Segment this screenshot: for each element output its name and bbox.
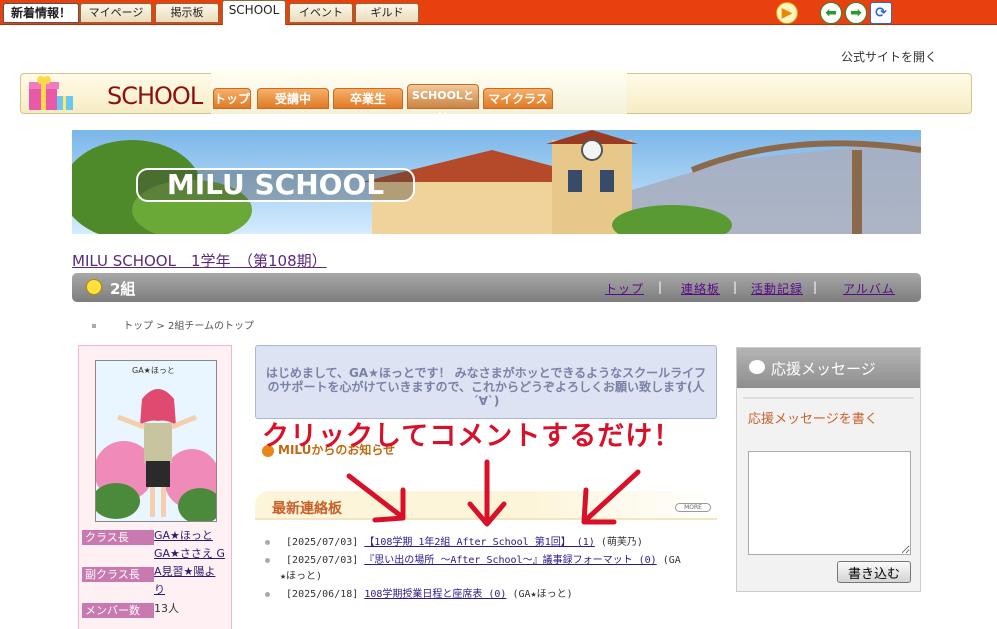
banner-title: MILU SCHOOL [136,168,415,202]
class-nav-album[interactable]: アルバム [843,280,895,297]
vice-leader-name[interactable]: A見習★陽よ [154,563,230,581]
nav-separator: | [658,280,663,294]
board-title: 最新連絡板 [272,501,342,517]
tab-enrolled[interactable]: 受講中 [257,88,329,109]
tab-event[interactable]: イベント [289,3,353,23]
post-author: (萌芙乃) [600,537,643,548]
tab-myclass[interactable]: マイクラス [483,88,553,109]
speech-bubble-icon [749,360,765,374]
school-banner: MILU SCHOOL [72,130,921,234]
post-author-cont: ★ほっと) [280,571,323,582]
annotation-arrow-icon [467,459,507,527]
post-date: [2025/07/03] [286,555,359,566]
post-title-link[interactable]: 【108学期 1年2組 After School 第1回】 (1) [364,537,595,548]
class-name: 2組 [110,280,136,298]
class-nav-board[interactable]: 連絡板 [681,280,720,297]
school-header: SCHOOL トップ 受講中 卒業生 SCHOOLとは マイクラス [20,70,972,124]
leader-name-2[interactable]: GA★ささえ G [154,545,230,563]
annotation-arrow-icon [346,473,406,523]
official-site-link[interactable]: 公式サイトを開く [841,48,937,65]
tab-about-school[interactable]: SCHOOLとは [407,84,479,124]
board-post: [2025/06/18] 108学期授業日程と座席表 (0) (GA★ほっと) [265,585,573,600]
class-profile: GA★ほっと クラス長 GA★ほっと GA★ささえ G 副クラス長 A見習★陽よ… [78,345,232,629]
board-post: [2025/07/03] 【108学期 1年2組 After School 第1… [265,533,643,548]
refresh-icon[interactable]: ⟳ [870,2,892,24]
board-post: [2025/07/03] 『思い出の場所 ～After School～』議事録フ… [265,551,681,566]
school-title: SCHOOL [107,82,203,110]
members-label: メンバー数 [82,603,154,618]
cheer-header: 応援メッセージ [737,348,920,388]
class-nav-top[interactable]: トップ [605,280,644,297]
members-value: 13人 [154,602,179,615]
tab-news[interactable]: 新着情報！ [3,3,79,23]
class-avatar: GA★ほっと [95,360,217,522]
annotation-text: クリックしてコメントするだけ！ [262,421,682,452]
cheer-message-panel: 応援メッセージ 応援メッセージを書く 書き込む [736,347,921,592]
greeting-message: はじめまして、GA★ほっとです！ みなさまがホッとできるようなスクールライフのサ… [255,345,717,419]
tab-board[interactable]: 掲示板 [155,3,219,23]
bullet-icon [92,324,96,328]
breadcrumb-top[interactable]: トップ [123,321,153,332]
class-nav-activity[interactable]: 活動記録 [751,280,803,297]
school-term-link[interactable]: MILU SCHOOL 1学年 （第108期） [72,250,327,271]
tab-mypage[interactable]: マイページ [80,3,152,23]
top-navigation-bar: 新着情報！ マイページ 掲示板 SCHOOL イベント ギルド ▶ ⬅ ➡ ⟳ [0,0,997,25]
post-button[interactable]: 書き込む [837,561,911,583]
leader-label: クラス長 [82,530,154,545]
breadcrumb-arrow: > [156,321,165,332]
avatar-caption: GA★ほっと [132,366,175,375]
school-nav: トップ 受講中 卒業生 SCHOOLとは マイクラス [211,70,627,124]
post-date: [2025/06/18] [286,589,359,600]
back-arrow-icon[interactable]: ⬅ [820,2,842,24]
bullet-icon [265,591,270,597]
nav-separator: | [733,280,738,294]
leader-name[interactable]: GA★ほっと [154,527,230,545]
cheer-title: 応援メッセージ [771,360,876,378]
post-title-link[interactable]: 『思い出の場所 ～After School～』議事録フォーマット (0) [364,555,656,566]
breadcrumb-current: 2組チームのトップ [167,321,255,332]
tab-school[interactable]: SCHOOL [222,0,286,25]
more-button[interactable]: MORE [675,503,711,512]
class-bar: 2組 トップ | 連絡板 | 活動記録 | アルバム [72,273,921,302]
forward-arrow-icon[interactable]: ➡ [845,2,867,24]
post-author: (GA [662,555,681,566]
write-cheer-link[interactable]: 応援メッセージを書く [748,408,878,427]
post-author: (GA★ほっと) [512,589,573,600]
tab-graduates[interactable]: 卒業生 [333,88,403,109]
vice-leader-label: 副クラス長 [82,567,154,582]
tab-top[interactable]: トップ [213,88,251,109]
vice-leader-name-cont[interactable]: り [154,581,230,599]
annotation-arrow-icon [581,469,641,525]
play-icon[interactable]: ▶ [776,2,798,24]
nav-separator: | [813,280,818,294]
tab-guild[interactable]: ギルド [355,3,419,23]
bullet-icon [265,539,270,545]
smiley-icon [86,279,102,295]
breadcrumb: トップ > 2組チームのトップ [92,317,254,332]
post-title-link[interactable]: 108学期授業日程と座席表 (0) [364,589,506,600]
post-date: [2025/07/03] [286,537,359,548]
bullet-icon [265,557,270,563]
gift-box-icon [29,76,73,110]
divider [743,397,914,399]
cheer-message-input[interactable] [748,451,911,555]
